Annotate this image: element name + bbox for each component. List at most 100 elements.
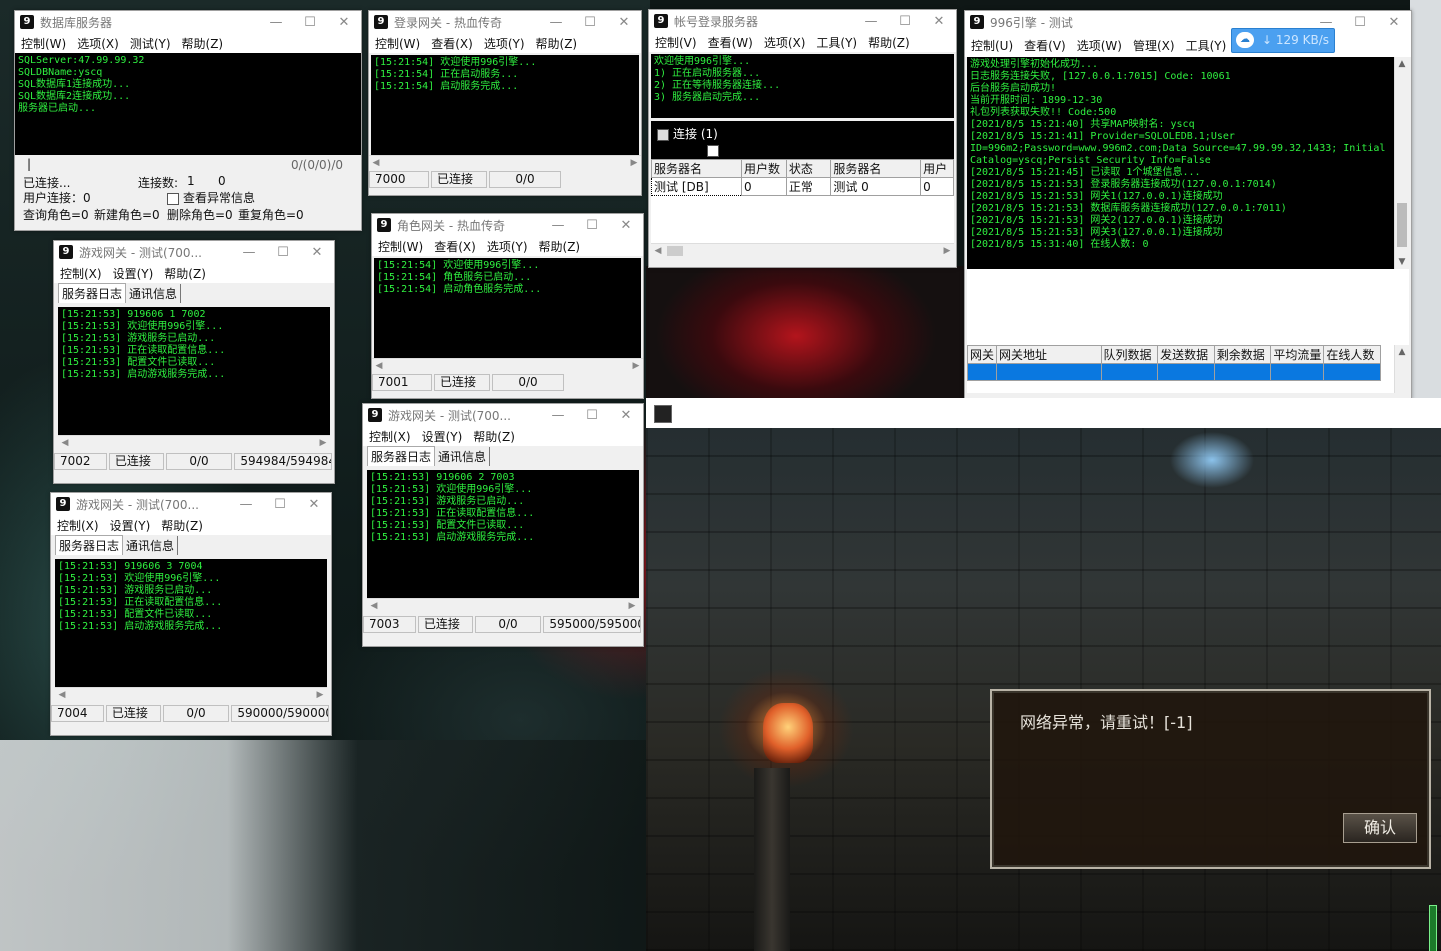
close-button[interactable]: ✕ — [609, 408, 643, 423]
horizontal-scrollbar[interactable]: ◀ ▶ — [651, 243, 954, 258]
menu-item[interactable]: 控制(X) — [54, 265, 107, 282]
close-button[interactable]: ✕ — [922, 14, 956, 29]
scroll-right-icon[interactable]: ▶ — [625, 599, 639, 613]
menu-item[interactable]: 设置(Y) — [416, 428, 468, 445]
side-handle[interactable] — [1429, 905, 1437, 951]
title-bar[interactable]: 9 帐号登录服务器 — ☐ ✕ — [649, 10, 956, 32]
menu-item[interactable]: 查看(X) — [428, 238, 481, 255]
scroll-left-icon[interactable]: ◀ — [367, 599, 381, 613]
horizontal-scrollbar[interactable]: ◀ ▶ — [55, 687, 327, 702]
title-bar[interactable]: 9 角色网关 - 热血传奇 — ☐ ✕ — [372, 214, 643, 236]
log-console[interactable]: [15:21:53] 919606 2 7003 [15:21:53] 欢迎使用… — [367, 470, 639, 598]
log-console[interactable]: 游戏处理引擎初始化成功... 日志服务连接失败, [127.0.0.1:7015… — [967, 57, 1395, 269]
game-scene[interactable]: 网络异常，请重试！[-1] 确认 — [646, 428, 1441, 951]
maximize-button[interactable]: ☐ — [266, 245, 300, 260]
menu-item[interactable]: 帮助(Z) — [533, 238, 586, 255]
menu-item[interactable]: 帮助(Z) — [467, 428, 520, 445]
column-header[interactable]: 网关地址 — [996, 345, 1102, 364]
menu-item[interactable]: 查看(X) — [425, 35, 478, 52]
horizontal-scrollbar[interactable]: ◀ ▶ — [58, 435, 330, 450]
column-header[interactable]: 发送数据 — [1157, 345, 1215, 364]
close-button[interactable]: ✕ — [1377, 15, 1411, 30]
scroll-thumb[interactable] — [1397, 203, 1407, 247]
scroll-left-icon[interactable]: ◀ — [55, 688, 69, 702]
minimize-button[interactable]: — — [541, 408, 575, 423]
column-header[interactable]: 用户 — [920, 159, 954, 178]
close-button[interactable]: ✕ — [609, 218, 643, 233]
close-button[interactable]: ✕ — [300, 245, 334, 260]
column-header[interactable]: 用户数 — [740, 159, 787, 178]
title-bar[interactable]: 9 游戏网关 - 测试(700... — ☐ ✕ — [54, 241, 334, 263]
minimize-button[interactable]: — — [259, 15, 293, 30]
log-console[interactable]: [15:21:54] 欢迎使用996引擎... [15:21:54] 角色服务已… — [374, 258, 641, 358]
minimize-button[interactable]: — — [229, 497, 263, 512]
net-speed-badge[interactable]: ☁ ↓ 129 KB/s — [1231, 28, 1335, 53]
view-abnormal-checkbox[interactable]: 查看异常信息 — [167, 189, 255, 206]
close-button[interactable]: ✕ — [607, 15, 641, 30]
title-bar[interactable]: 9 数据库服务器 — ☐ ✕ — [15, 11, 361, 33]
column-header[interactable]: 平均流量 — [1270, 345, 1325, 364]
title-bar[interactable]: 9 996引擎 - 测试 — ☐ ✕ — [965, 11, 1411, 33]
menu-item[interactable]: 帮助(Z) — [176, 35, 229, 52]
checkbox-checked-icon[interactable] — [657, 128, 669, 141]
column-header[interactable]: 在线人数 — [1323, 345, 1381, 364]
minimize-button[interactable]: — — [539, 15, 573, 30]
menu-item[interactable]: 测试(Y) — [124, 35, 176, 52]
title-bar[interactable]: 9 游戏网关 - 测试(700... — ☐ ✕ — [51, 493, 331, 515]
menu-item[interactable]: 选项(X) — [758, 34, 811, 51]
checkbox-box[interactable] — [167, 192, 179, 205]
maximize-button[interactable]: ☐ — [263, 497, 297, 512]
scroll-right-icon[interactable]: ▶ — [627, 156, 641, 170]
tab-comm-info[interactable]: 通讯信息 — [126, 284, 182, 303]
scroll-left-icon[interactable]: ◀ — [369, 156, 383, 170]
horizontal-scrollbar[interactable]: ◀ ▶ — [367, 598, 639, 613]
scroll-right-icon[interactable]: ▶ — [629, 359, 643, 373]
close-button[interactable]: ✕ — [297, 497, 331, 512]
tab-comm-info[interactable]: 通讯信息 — [123, 536, 179, 555]
menu-item[interactable]: 控制(W) — [369, 35, 425, 52]
maximize-button[interactable]: ☐ — [575, 408, 609, 423]
menu-item[interactable]: 查看(V) — [1018, 37, 1071, 54]
menu-item[interactable]: 工具(Y) — [1180, 37, 1232, 54]
menu-item[interactable]: 选项(Y) — [478, 35, 530, 52]
log-console[interactable]: [15:21:53] 919606 1 7002 [15:21:53] 欢迎使用… — [58, 307, 330, 435]
horizontal-scrollbar[interactable]: ◀ ▶ — [369, 155, 641, 170]
column-header[interactable]: 状态 — [785, 159, 832, 178]
game-title-bar[interactable] — [646, 398, 1441, 428]
scroll-left-icon[interactable]: ◀ — [58, 436, 72, 450]
menu-item[interactable]: 控制(X) — [363, 428, 416, 445]
horizontal-scrollbar[interactable]: ◀ ▶ — [372, 358, 643, 373]
menu-item[interactable]: 选项(Y) — [481, 238, 533, 255]
confirm-button[interactable]: 确认 — [1343, 813, 1417, 843]
column-header[interactable]: 服务器名 — [830, 159, 922, 178]
maximize-button[interactable]: ☐ — [575, 218, 609, 233]
maximize-button[interactable]: ☐ — [888, 14, 922, 29]
menu-item[interactable]: 控制(U) — [965, 37, 1018, 54]
scroll-up-icon[interactable]: ▲ — [1395, 345, 1409, 359]
menu-item[interactable]: 帮助(Z) — [862, 34, 915, 51]
checkbox-box[interactable] — [707, 145, 719, 157]
scroll-left-icon[interactable]: ◀ — [372, 359, 386, 373]
column-header[interactable]: 服务器名 — [651, 159, 742, 178]
scroll-thumb[interactable] — [667, 246, 683, 256]
menu-item[interactable]: 帮助(Z) — [158, 265, 211, 282]
tab-comm-info[interactable]: 通讯信息 — [435, 447, 491, 466]
menu-item[interactable]: 控制(W) — [372, 238, 428, 255]
vertical-scrollbar[interactable]: ▲ ▼ — [1394, 57, 1409, 269]
column-header[interactable]: 剩余数据 — [1213, 345, 1272, 364]
maximize-button[interactable]: ☐ — [1343, 15, 1377, 30]
scroll-right-icon[interactable]: ▶ — [940, 244, 954, 258]
scroll-up-icon[interactable]: ▲ — [1395, 57, 1409, 71]
vertical-scrollbar[interactable]: ▲ — [1394, 345, 1409, 393]
minimize-button[interactable]: — — [541, 218, 575, 233]
scroll-right-icon[interactable]: ▶ — [313, 688, 327, 702]
log-console[interactable]: [15:21:54] 欢迎使用996引擎... [15:21:54] 正在启动服… — [371, 55, 639, 155]
log-console[interactable]: SQLServer:47.99.99.32 SQLDBName:yscq SQL… — [15, 53, 361, 155]
tab-server-log[interactable]: 服务器日志 — [367, 446, 436, 466]
menu-item[interactable]: 选项(X) — [71, 35, 124, 52]
menu-item[interactable]: 设置(Y) — [107, 265, 159, 282]
table-row-selected[interactable] — [966, 363, 1381, 381]
menu-item[interactable]: 选项(W) — [1071, 37, 1127, 54]
menu-item[interactable]: 管理(X) — [1127, 37, 1180, 54]
minimize-button[interactable]: — — [854, 14, 888, 29]
